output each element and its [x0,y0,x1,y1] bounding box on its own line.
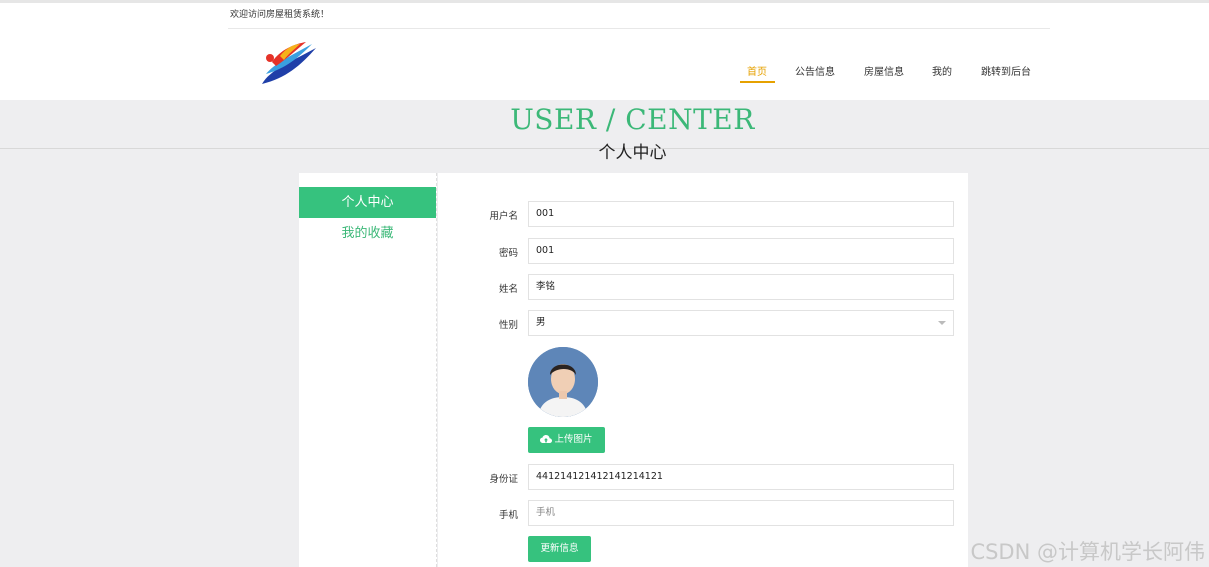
gender-select[interactable]: 男 [528,310,954,336]
phone-label: 手机 [498,510,518,521]
password-field[interactable]: 001 [528,238,954,264]
upload-button-label: 上传图片 [554,434,593,445]
id-card-field[interactable]: 441214121412141214121 [528,464,954,490]
sidebar-item-profile[interactable]: 个人中心 [299,187,436,218]
nav-houses[interactable]: 房屋信息 [864,63,904,78]
id-card-label: 身份证 [489,474,518,485]
page-title-cn: 个人中心 [598,143,667,163]
nav-active-indicator [740,81,775,83]
upload-image-button[interactable]: 上传图片 [528,427,605,453]
name-field[interactable]: 李铭 [528,274,954,300]
username-label: 用户名 [489,211,518,222]
nav-admin[interactable]: 跳转到后台 [981,63,1031,78]
name-label: 姓名 [498,284,518,295]
welcome-text: 欢迎访问房屋租赁系统！ [230,10,330,20]
watermark-text: CSDN @计算机学长阿伟 [970,540,1205,564]
update-info-button[interactable]: 更新信息 [528,536,591,562]
page-title-en: USER / CENTER [510,103,755,136]
sidebar-item-favorites[interactable]: 我的收藏 [299,218,436,249]
nav-announcements[interactable]: 公告信息 [795,63,835,78]
username-field[interactable]: 001 [528,201,954,227]
nav-home[interactable]: 首页 [747,63,767,78]
user-sidebar: 个人中心 我的收藏 [299,173,437,567]
phone-field[interactable]: 手机 [528,500,954,526]
avatar-photo [528,347,598,417]
chevron-down-icon [938,321,946,325]
password-label: 密码 [498,248,518,259]
gender-label: 性别 [498,320,518,331]
header-divider [228,28,1050,29]
cloud-upload-icon [540,435,553,443]
avatar [528,347,598,417]
main-nav: 首页 公告信息 房屋信息 我的 跳转到后台 [0,63,1209,83]
gender-selected-value: 男 [536,317,546,328]
top-border [0,0,1209,3]
nav-mine[interactable]: 我的 [932,63,952,78]
